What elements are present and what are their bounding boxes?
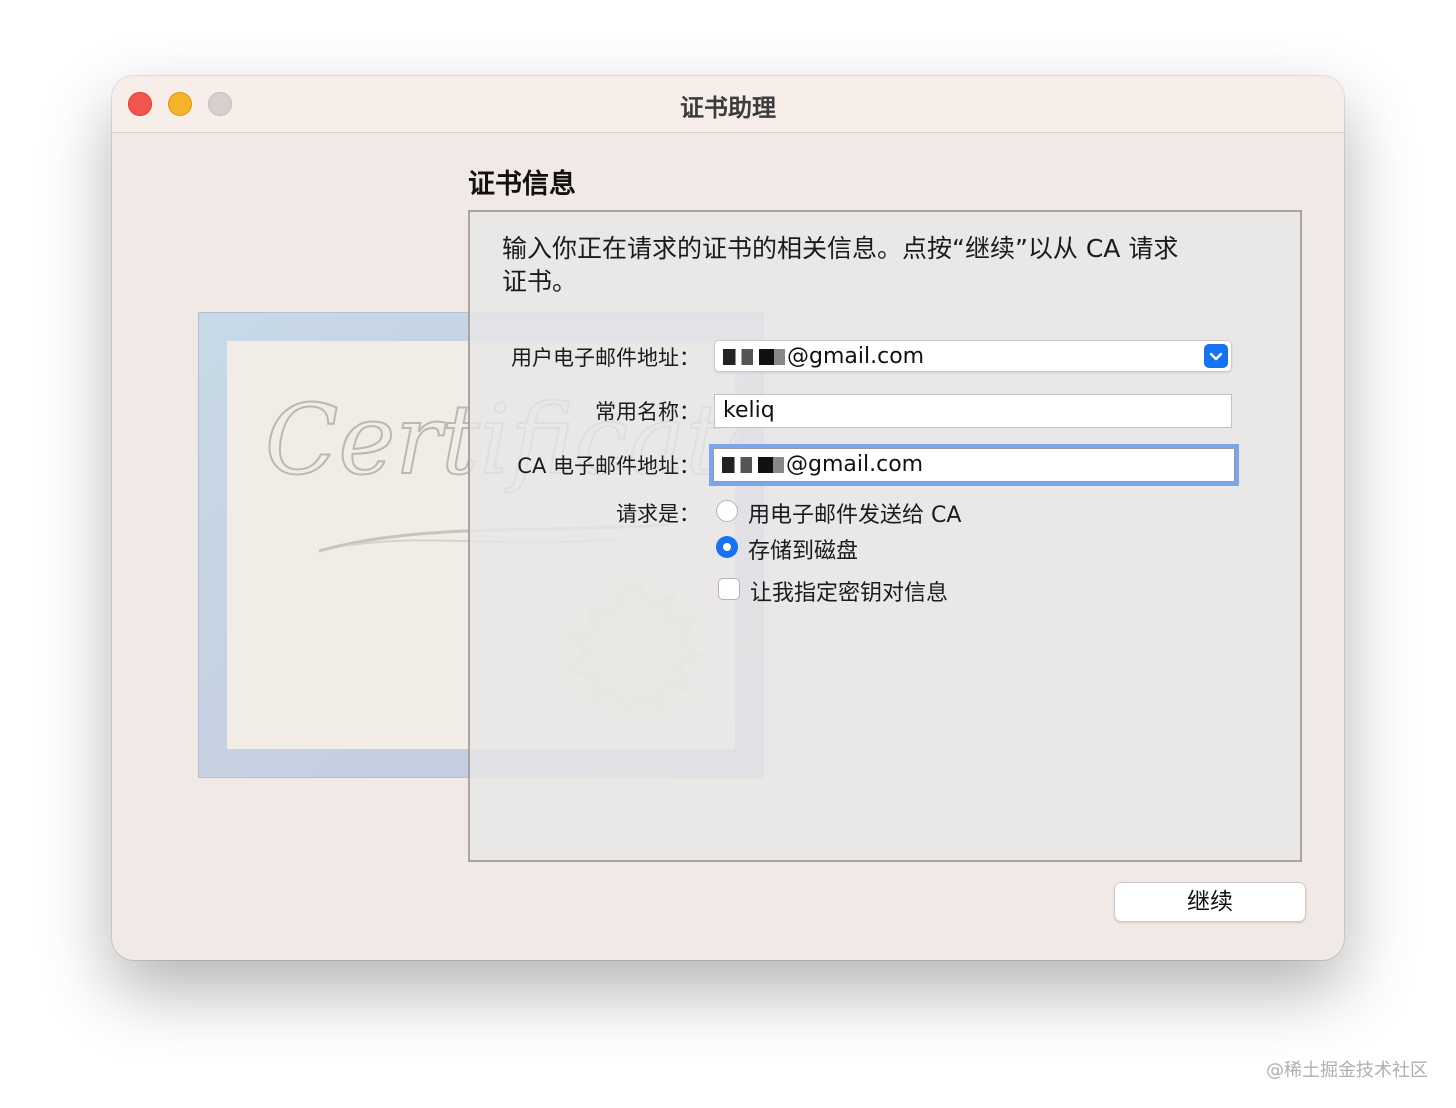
ca-email-label: CA 电子邮件地址： <box>517 454 700 478</box>
certificate-info-panel: 输入你正在请求的证书的相关信息。点按“继续”以从 CA 请求 证书。 用户电子邮… <box>468 210 1302 862</box>
redacted-text <box>722 457 784 473</box>
watermark-text: @稀土掘金技术社区 <box>1266 1060 1428 1081</box>
user-email-value: @gmail.com <box>787 344 925 369</box>
user-email-combobox[interactable]: @gmail.com <box>714 340 1232 372</box>
specify-key-pair-label[interactable]: 让我指定密钥对信息 <box>750 575 948 607</box>
specify-key-pair-checkbox[interactable] <box>718 578 740 600</box>
title-bar: 证书助理 <box>112 76 1344 133</box>
redacted-text <box>723 349 785 365</box>
window-title: 证书助理 <box>680 94 776 122</box>
ca-email-value: @gmail.com <box>786 452 924 477</box>
continue-button[interactable]: 继续 <box>1114 882 1306 922</box>
request-label: 请求是： <box>616 502 700 526</box>
save-to-disk-label[interactable]: 存储到磁盘 <box>748 533 858 565</box>
certificate-assistant-window: 证书助理 Certificate 证书信息 输入你正在请求的证书的相关信息。点按… <box>112 76 1344 960</box>
save-to-disk-radio[interactable] <box>716 536 738 558</box>
user-email-label: 用户电子邮件地址： <box>511 346 700 370</box>
ca-email-field[interactable]: @gmail.com <box>713 448 1235 482</box>
chevron-down-icon[interactable] <box>1204 344 1228 368</box>
common-name-value: keliq <box>723 398 775 423</box>
intro-line-1: 输入你正在请求的证书的相关信息。点按“继续”以从 CA 请求 <box>502 234 1179 263</box>
email-to-ca-label[interactable]: 用电子邮件发送给 CA <box>748 497 961 529</box>
common-name-field[interactable]: keliq <box>714 394 1232 428</box>
section-title: 证书信息 <box>468 169 576 200</box>
email-to-ca-radio[interactable] <box>716 500 738 522</box>
common-name-label: 常用名称： <box>595 400 700 424</box>
intro-text: 输入你正在请求的证书的相关信息。点按“继续”以从 CA 请求 证书。 <box>502 232 1222 298</box>
intro-line-2: 证书。 <box>502 267 578 296</box>
